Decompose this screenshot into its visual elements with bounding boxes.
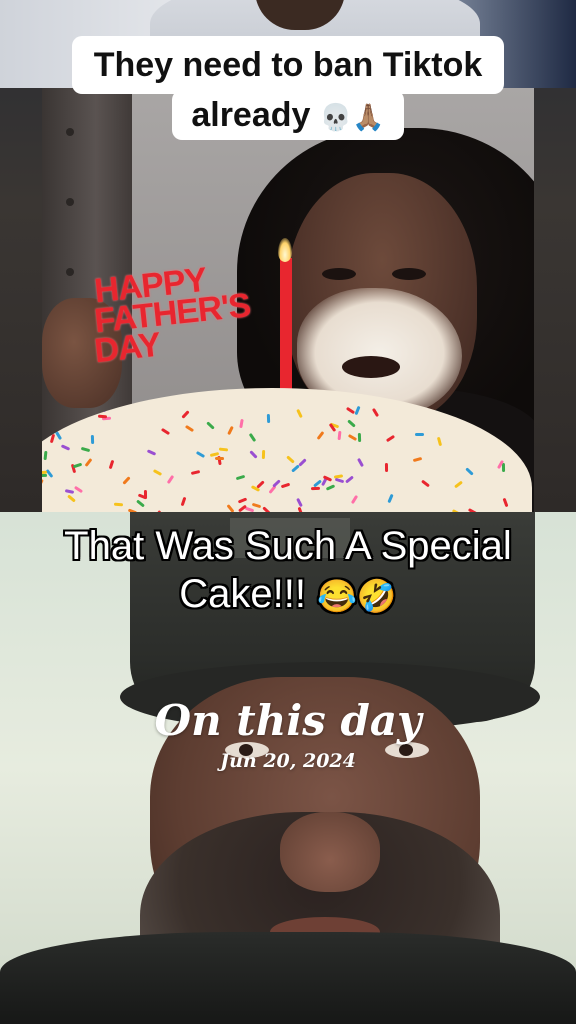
sprinkle: [357, 457, 364, 468]
sprinkle: [385, 434, 396, 443]
sprinkle: [298, 458, 307, 467]
sprinkle: [272, 479, 281, 488]
sprinkle: [64, 489, 75, 494]
sprinkle: [248, 432, 257, 443]
sprinkle: [60, 444, 71, 451]
sprinkle: [357, 432, 362, 443]
sprinkle: [97, 414, 108, 419]
sprinkle: [226, 504, 235, 512]
sprinkle: [412, 456, 423, 463]
nose: [280, 812, 380, 892]
cake-topper: HAPPY FATHER'S DAY: [93, 261, 294, 386]
video-stage[interactable]: HAPPY FATHER'S DAY They need to ban Tikt…: [0, 0, 576, 1024]
sprinkle: [280, 482, 291, 489]
sprinkle: [316, 431, 325, 440]
sprinkle: [214, 456, 225, 461]
sprinkle: [296, 408, 303, 419]
sprinkle: [181, 410, 190, 419]
middle-caption-line1: That Was Such A Special: [64, 524, 512, 568]
sprinkle: [286, 455, 295, 464]
sprinkle: [235, 474, 246, 481]
sprinkle: [415, 433, 424, 436]
sprinkle: [334, 477, 345, 484]
sprinkle: [218, 447, 229, 452]
sprinkle: [454, 480, 463, 489]
sprinkle: [345, 475, 354, 484]
middle-caption: That Was Such A Special Cake!!! 😂🤣: [0, 522, 576, 620]
on-this-day-date: Jun 20, 2024: [220, 750, 356, 772]
sprinkle: [96, 408, 107, 413]
skull-pray-emoji-icon: 💀🙏🏽: [319, 102, 385, 132]
sprinkle: [43, 450, 48, 461]
sprinkle: [501, 462, 506, 473]
sprinkle: [387, 493, 394, 504]
laughing-emoji-icon: 😂🤣: [317, 578, 397, 614]
sprinkle: [325, 484, 336, 491]
sprinkle: [160, 427, 171, 436]
sprinkle: [136, 499, 145, 508]
sprinkle: [180, 496, 187, 507]
sprinkle: [249, 450, 258, 459]
sprinkle: [54, 430, 63, 441]
sprinkle: [310, 486, 321, 491]
top-caption-line2-text: already: [191, 96, 311, 134]
sprinkle: [166, 474, 175, 485]
top-caption-line1: They need to ban Tiktok: [72, 36, 504, 94]
sprinkle: [73, 485, 84, 494]
sprinkle: [384, 462, 389, 473]
cake-video-frame: HAPPY FATHER'S DAY: [42, 88, 534, 512]
sprinkle: [502, 497, 509, 508]
sprinkle: [237, 497, 248, 504]
sprinkle: [90, 434, 95, 445]
sprinkle: [206, 421, 215, 430]
sprinkle: [190, 470, 201, 475]
sprinkle: [266, 413, 271, 424]
sprinkle: [337, 430, 342, 441]
sprinkle: [72, 462, 83, 469]
sprinkle: [108, 459, 115, 470]
sprinkle: [251, 502, 262, 509]
sprinkle: [80, 446, 91, 453]
sprinkle: [184, 424, 195, 433]
sprinkle: [436, 436, 443, 447]
sprinkle: [49, 433, 56, 444]
top-video-clip: HAPPY FATHER'S DAY They need to ban Tikt…: [0, 0, 576, 512]
sprinkle: [195, 450, 206, 459]
sprinkle: [45, 469, 54, 478]
top-caption-line2: already 💀🙏🏽: [172, 90, 404, 140]
sprinkle: [350, 494, 359, 505]
sprinkle: [42, 478, 44, 489]
sprinkle: [347, 433, 358, 442]
sprinkle: [146, 449, 157, 456]
sprinkle: [421, 479, 430, 488]
sprinkle: [227, 425, 234, 436]
sprinkle: [42, 473, 48, 478]
sprinkle: [122, 476, 131, 485]
sprinkle: [296, 497, 303, 508]
sprinkle: [239, 418, 244, 429]
sprinkle: [84, 458, 93, 467]
middle-caption-line2-text: Cake!!!: [179, 572, 306, 616]
sprinkle: [261, 449, 266, 460]
jacket: [0, 932, 576, 1024]
sprinkle: [152, 469, 163, 476]
sprinkle: [371, 407, 380, 418]
sprinkle: [67, 494, 76, 503]
top-caption: They need to ban Tiktok already 💀🙏🏽: [72, 36, 504, 140]
on-this-day-title: On this day: [154, 696, 422, 745]
sprinkle: [354, 405, 361, 416]
middle-caption-line2: Cake!!! 😂🤣: [0, 570, 576, 620]
sprinkle: [113, 502, 124, 507]
sprinkle: [465, 467, 474, 476]
sprinkle: [347, 419, 356, 428]
